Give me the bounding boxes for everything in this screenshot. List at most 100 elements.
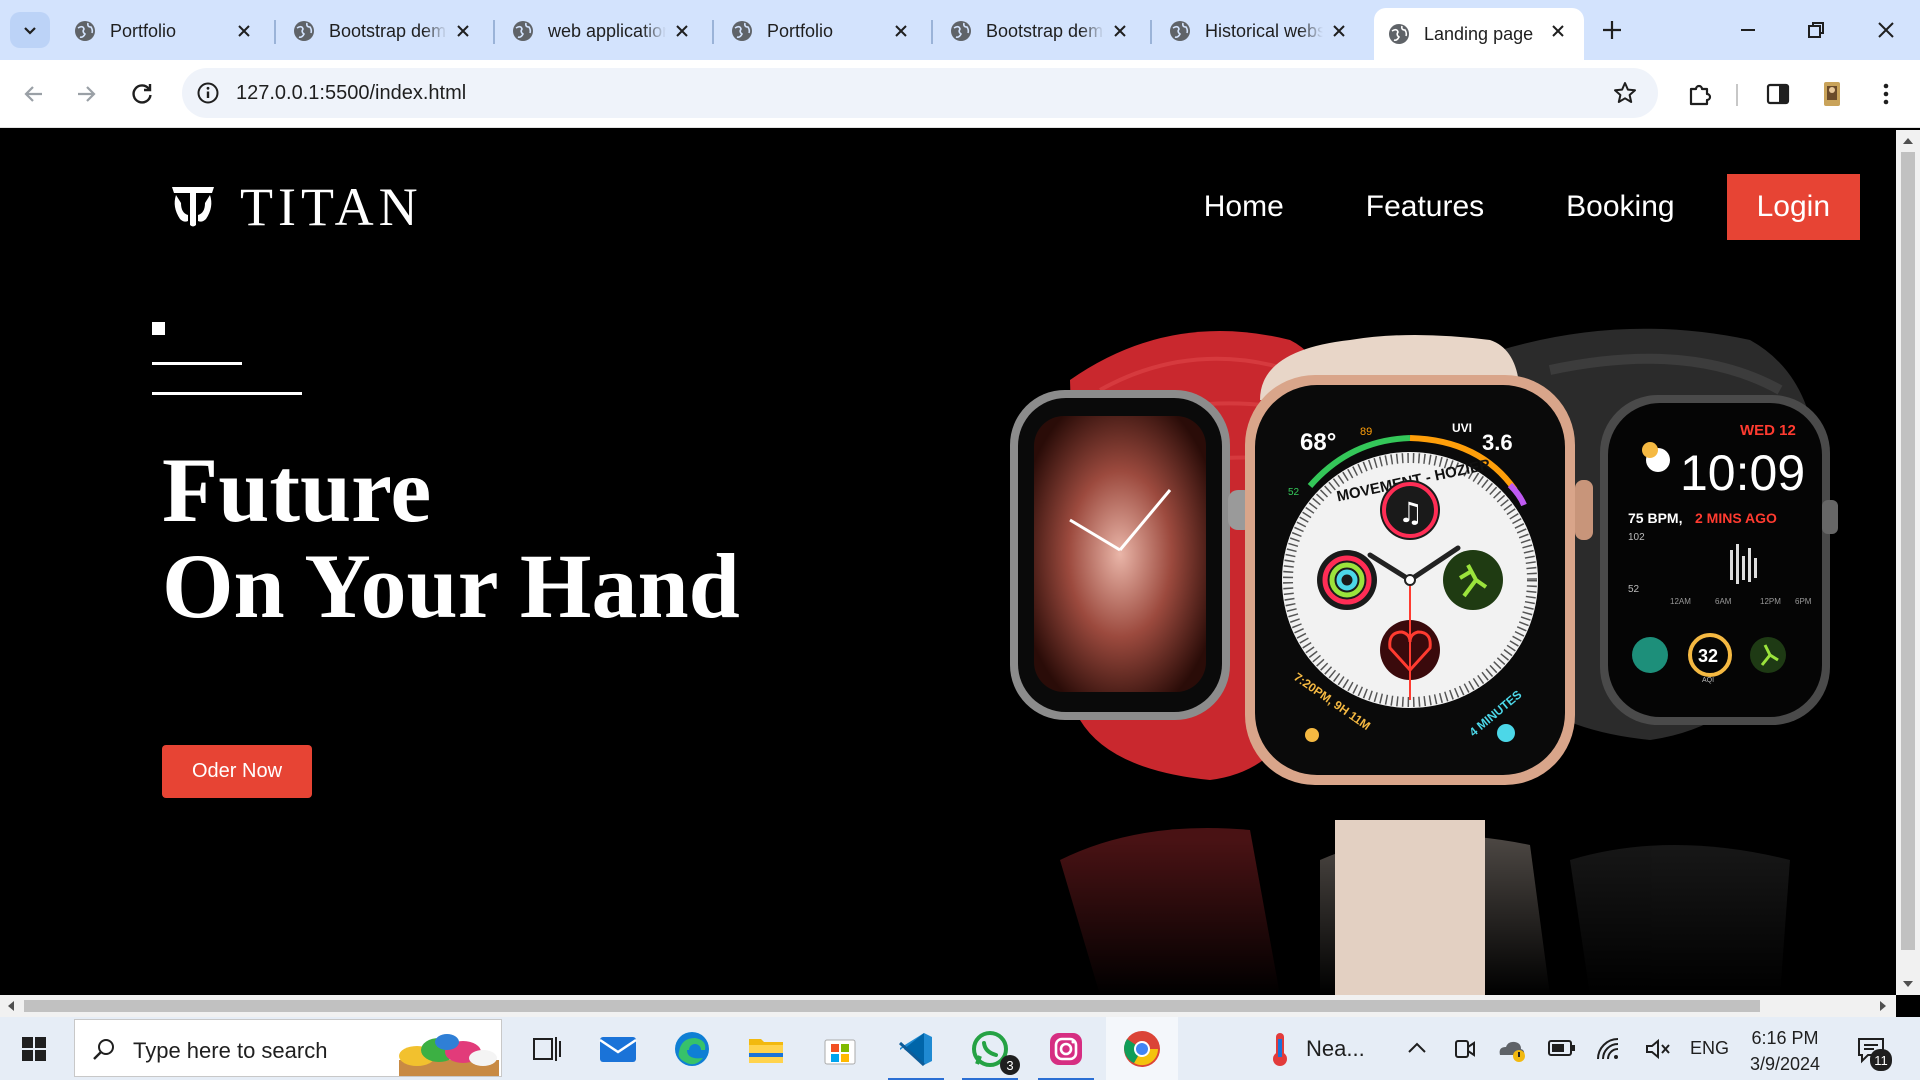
tab-title: Portfolio	[110, 20, 177, 41]
horizontal-scroll-thumb[interactable]	[24, 1000, 1760, 1012]
mail-app-icon[interactable]	[598, 1029, 638, 1069]
login-button[interactable]: Login	[1726, 174, 1860, 240]
close-icon[interactable]	[1329, 21, 1349, 41]
notification-count: 11	[1870, 1049, 1892, 1071]
globe-icon	[75, 21, 95, 41]
volume-muted-icon[interactable]	[1644, 1037, 1672, 1061]
center-face-hi: 89	[1360, 426, 1372, 438]
chevron-down-icon	[24, 27, 36, 35]
horizontal-scrollbar[interactable]	[0, 995, 1896, 1017]
center-face-uv-value: 3.6	[1482, 430, 1513, 455]
url-text[interactable]: 127.0.0.1:5500/index.html	[236, 82, 466, 105]
weather-widget[interactable]: Nea...	[1266, 1017, 1365, 1080]
windows-start-icon[interactable]	[22, 1037, 46, 1061]
restore-icon[interactable]	[1802, 16, 1830, 44]
back-arrow-icon[interactable]	[20, 80, 48, 108]
music-note-icon: ♫	[1398, 496, 1423, 529]
whatsapp-badge: 3	[1000, 1055, 1020, 1075]
clock-time: 6:16 PM	[1751, 1028, 1819, 1048]
windows-taskbar: Type here to search 3 Nea... ENG 6:16 PM…	[0, 1017, 1920, 1080]
task-view-icon[interactable]	[526, 1029, 566, 1069]
clock[interactable]: 6:16 PM 3/9/2024	[1750, 1025, 1820, 1077]
scroll-left-icon[interactable]	[8, 1001, 14, 1011]
close-icon[interactable]	[234, 21, 254, 41]
chevron-up-icon[interactable]	[1406, 1039, 1428, 1057]
hero-headline: Future On Your Hand	[162, 442, 740, 634]
wifi-icon[interactable]	[1596, 1037, 1622, 1061]
side-panel-icon[interactable]	[1764, 80, 1792, 108]
browser-tab[interactable]: Portfolio	[60, 10, 270, 52]
kebab-menu-icon[interactable]	[1872, 80, 1900, 108]
globe-icon	[1170, 21, 1190, 41]
meet-now-icon[interactable]	[1454, 1037, 1476, 1061]
titan-logo-icon	[172, 187, 214, 227]
address-bar[interactable]: 127.0.0.1:5500/index.html	[182, 68, 1658, 118]
vscode-icon[interactable]	[888, 1029, 944, 1080]
browser-tab[interactable]: Bootstrap demo	[279, 10, 489, 52]
nav-home[interactable]: Home	[1204, 190, 1284, 224]
right-face-t1: 12AM	[1670, 597, 1691, 606]
globe-icon	[294, 21, 314, 41]
scroll-down-icon[interactable]	[1903, 981, 1913, 987]
brand-logo[interactable]: TITAN	[170, 176, 423, 238]
file-explorer-icon[interactable]	[746, 1029, 786, 1069]
right-face-aqi: 32	[1698, 646, 1718, 666]
scroll-right-icon[interactable]	[1880, 1001, 1886, 1011]
tab-search-button[interactable]	[10, 12, 50, 48]
close-icon[interactable]	[1548, 21, 1568, 41]
hero-watches-image: WED 12 10:09 75 BPM, 2 MINS AGO 102 52 1…	[990, 328, 1860, 995]
forward-arrow-icon[interactable]	[72, 80, 100, 108]
left-watch	[1010, 390, 1254, 720]
nav-booking[interactable]: Booking	[1566, 190, 1674, 224]
vertical-scrollbar[interactable]	[1896, 130, 1920, 995]
close-icon[interactable]	[672, 21, 692, 41]
browser-tab[interactable]: Portfolio	[717, 10, 927, 52]
close-icon[interactable]	[891, 21, 911, 41]
globe-icon	[513, 21, 533, 41]
reload-icon[interactable]	[128, 80, 156, 108]
scroll-up-icon[interactable]	[1903, 138, 1913, 144]
extensions-puzzle-icon[interactable]	[1686, 80, 1714, 108]
clock-date: 3/9/2024	[1750, 1054, 1821, 1074]
tab-title: Bootstrap demo	[329, 20, 447, 41]
window-close-icon[interactable]	[1872, 16, 1900, 44]
right-face-bpm: 75 BPM,	[1628, 510, 1682, 526]
main-nav: Home Features Booking Login	[1122, 174, 1860, 240]
hero-line-1: Future	[162, 439, 432, 541]
minimize-icon[interactable]	[1734, 16, 1762, 44]
order-now-button[interactable]: Oder Now	[162, 745, 312, 798]
browser-tab-active[interactable]: Landing page	[1374, 8, 1584, 60]
close-icon[interactable]	[453, 21, 473, 41]
globe-icon	[732, 21, 752, 41]
tab-title: Landing page	[1424, 23, 1534, 44]
close-icon[interactable]	[1110, 21, 1130, 41]
microsoft-store-icon[interactable]	[820, 1029, 860, 1069]
battery-icon[interactable]	[1548, 1039, 1576, 1057]
profile-avatar-icon[interactable]	[1818, 80, 1846, 108]
vertical-scroll-thumb[interactable]	[1901, 152, 1915, 950]
nav-features[interactable]: Features	[1366, 190, 1484, 224]
search-icon	[93, 1039, 114, 1060]
browser-tab[interactable]: Historical website	[1155, 10, 1365, 52]
instagram-icon[interactable]	[1038, 1029, 1094, 1080]
taskbar-search[interactable]: Type here to search	[74, 1019, 502, 1077]
onedrive-warning-icon[interactable]	[1496, 1037, 1526, 1063]
landing-page: TITAN Home Features Booking Login Future…	[0, 130, 1896, 995]
decorative-line	[152, 392, 302, 395]
tab-separator	[493, 20, 495, 44]
bookmark-star-icon[interactable]	[1612, 80, 1638, 106]
toolbar-separator	[1736, 84, 1738, 106]
browser-tab[interactable]: Bootstrap demo	[936, 10, 1146, 52]
whatsapp-icon[interactable]: 3	[962, 1029, 1020, 1080]
right-face-hr-hi: 102	[1628, 532, 1645, 543]
chrome-icon[interactable]	[1106, 1017, 1178, 1080]
edge-browser-icon[interactable]	[672, 1029, 712, 1069]
site-info-icon[interactable]	[196, 81, 220, 105]
tab-separator	[931, 20, 933, 44]
center-face-temp: 68°	[1300, 429, 1336, 456]
notifications-button[interactable]: 11	[1856, 1035, 1892, 1071]
browser-tab[interactable]: web application	[498, 10, 708, 52]
language-indicator[interactable]: ENG	[1690, 1017, 1729, 1080]
new-tab-plus-icon[interactable]	[1600, 18, 1624, 42]
right-face-ago: 2 MINS AGO	[1695, 510, 1777, 526]
